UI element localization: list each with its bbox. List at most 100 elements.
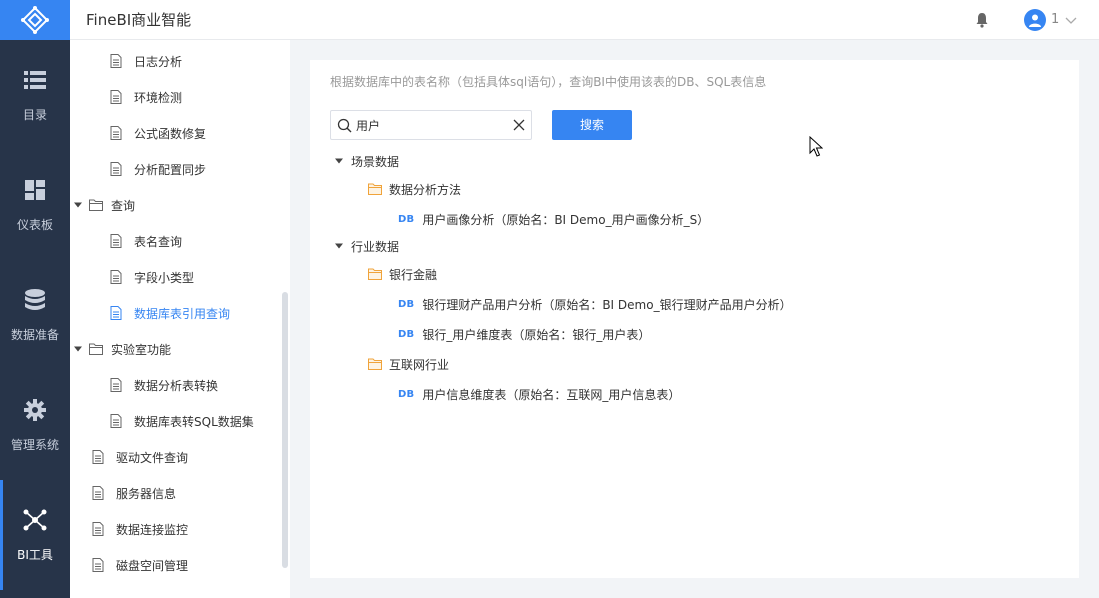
- close-icon[interactable]: [513, 119, 525, 131]
- result-table[interactable]: DB 银行_用户维度表（原始名：银行_用户表）: [398, 319, 650, 349]
- gear-icon: [23, 398, 47, 422]
- result-label: 行业数据: [351, 239, 400, 254]
- folder-icon: [368, 358, 382, 370]
- rail-item-dashboard[interactable]: 仪表板: [0, 150, 70, 260]
- caret-down-icon[interactable]: [334, 241, 344, 251]
- document-icon: [110, 378, 122, 392]
- tree-item-label: 实验室功能: [111, 342, 172, 357]
- chevron-down-icon[interactable]: [1065, 14, 1077, 26]
- tree-item-label: 环境检测: [134, 90, 183, 105]
- tree-item[interactable]: 分析配置同步: [110, 151, 290, 187]
- tree-scrollbar[interactable]: [282, 292, 288, 568]
- document-icon: [110, 54, 122, 68]
- tree-item[interactable]: 日志分析: [110, 43, 290, 79]
- result-label: 场景数据: [351, 154, 400, 169]
- tree-item-label: 数据连接监控: [116, 522, 189, 537]
- db-icon: DB: [398, 388, 415, 400]
- folder-icon: [368, 268, 382, 280]
- tree-item-label: 数据库表引用查询: [134, 306, 231, 321]
- tree-item-label: 磁盘空间管理: [116, 558, 189, 573]
- rail-item-label: 仪表板: [16, 217, 53, 232]
- rail-item-label: BI工具: [17, 547, 53, 562]
- network-icon: [23, 508, 47, 532]
- result-folder[interactable]: 互联网行业: [368, 349, 449, 379]
- tree-item[interactable]: 驱动文件查询: [92, 439, 290, 475]
- app-title: FineBI商业智能: [86, 11, 192, 29]
- tree-item-label: 分析配置同步: [134, 162, 207, 177]
- db-icon: DB: [398, 213, 415, 225]
- tree-item[interactable]: 数据库表转SQL数据集: [110, 403, 290, 439]
- result-label: 银行金融: [389, 267, 438, 282]
- rail-item-data-prep[interactable]: 数据准备: [0, 260, 70, 370]
- result-label: 互联网行业: [389, 357, 450, 372]
- result-folder[interactable]: 数据分析方法: [368, 174, 461, 204]
- document-icon: [92, 522, 104, 536]
- tree-folder[interactable]: 实验室功能: [73, 331, 283, 367]
- document-icon: [110, 90, 122, 104]
- tree-item[interactable]: 字段小类型: [110, 259, 290, 295]
- dashboard-icon: [23, 178, 47, 202]
- result-table[interactable]: DB 用户画像分析（原始名：BI Demo_用户画像分析_S）: [398, 204, 709, 234]
- tree-folder[interactable]: 查询: [73, 187, 283, 223]
- document-icon: [110, 162, 122, 176]
- document-icon: [110, 126, 122, 140]
- database-icon: [23, 288, 47, 312]
- document-icon: [110, 306, 122, 320]
- result-label: 数据分析方法: [389, 182, 462, 197]
- top-bar: FineBI商业智能 1: [70, 0, 1099, 40]
- tree-item-label: 字段小类型: [134, 270, 195, 285]
- tree-item[interactable]: 公式函数修复: [110, 115, 290, 151]
- db-icon: DB: [398, 298, 415, 310]
- tree-item-label: 服务器信息: [116, 486, 177, 501]
- caret-down-icon[interactable]: [73, 344, 83, 354]
- tree-item[interactable]: 表名查询: [110, 223, 290, 259]
- document-icon: [110, 234, 122, 248]
- result-group[interactable]: 场景数据: [334, 146, 399, 176]
- folder-icon: [89, 199, 103, 211]
- left-rail: 目录 仪表板 数据准备 管理系统 BI工具: [0, 0, 70, 598]
- tree-item-active[interactable]: 数据库表引用查询: [110, 295, 290, 331]
- result-folder[interactable]: 银行金融: [368, 259, 437, 289]
- user-name[interactable]: 1: [1051, 0, 1059, 40]
- rail-item-label: 数据准备: [10, 327, 59, 342]
- main-panel: 根据数据库中的表名称（包括具体sql语句），查询BI中使用该表的DB、SQL表信…: [310, 60, 1079, 578]
- search-input[interactable]: [356, 115, 506, 135]
- app-logo-icon[interactable]: [0, 0, 70, 40]
- tree-item-label: 日志分析: [134, 54, 183, 69]
- search-icon: [337, 118, 352, 133]
- rail-item-bi-tools[interactable]: BI工具: [0, 480, 70, 590]
- rail-item-management[interactable]: 管理系统: [0, 370, 70, 480]
- tree-item[interactable]: 服务器信息: [92, 475, 290, 511]
- list-icon: [23, 68, 47, 92]
- result-table[interactable]: DB 银行理财产品用户分析（原始名：BI Demo_银行理财产品用户分析）: [398, 289, 792, 319]
- result-label: 用户画像分析（原始名：BI Demo_用户画像分析_S）: [422, 212, 710, 227]
- document-icon: [92, 558, 104, 572]
- caret-down-icon[interactable]: [334, 156, 344, 166]
- document-icon: [92, 486, 104, 500]
- tree-item-label: 表名查询: [134, 234, 183, 249]
- result-table[interactable]: DB 用户信息维度表（原始名：互联网_用户信息表）: [398, 379, 680, 409]
- tree-item[interactable]: 磁盘空间管理: [92, 547, 290, 583]
- tree-item-label: 数据库表转SQL数据集: [134, 414, 254, 429]
- document-icon: [92, 450, 104, 464]
- bell-icon[interactable]: [974, 12, 990, 28]
- tree-item[interactable]: 数据分析表转换: [110, 367, 290, 403]
- caret-down-icon[interactable]: [73, 200, 83, 210]
- avatar-icon[interactable]: [1024, 9, 1046, 31]
- rail-item-catalog[interactable]: 目录: [0, 40, 70, 150]
- document-icon: [110, 270, 122, 284]
- tool-tree: 日志分析 环境检测 公式函数修复 分析配置同步 查询 表名查询 字段小类型 数据…: [70, 40, 290, 598]
- result-label: 用户信息维度表（原始名：互联网_用户信息表）: [422, 387, 681, 402]
- rail-item-label: 管理系统: [10, 437, 59, 452]
- result-group[interactable]: 行业数据: [334, 231, 399, 261]
- page-hint: 根据数据库中的表名称（包括具体sql语句），查询BI中使用该表的DB、SQL表信…: [330, 75, 767, 89]
- tree-item-label: 查询: [111, 198, 136, 213]
- db-icon: DB: [398, 328, 415, 340]
- search-button[interactable]: 搜索: [552, 110, 632, 140]
- tree-item-label: 数据分析表转换: [134, 378, 219, 393]
- tree-item[interactable]: 数据连接监控: [92, 511, 290, 547]
- search-field[interactable]: [330, 110, 532, 140]
- tree-item[interactable]: 环境检测: [110, 79, 290, 115]
- result-label: 银行_用户维度表（原始名：银行_用户表）: [422, 327, 651, 342]
- result-label: 银行理财产品用户分析（原始名：BI Demo_银行理财产品用户分析）: [422, 297, 792, 312]
